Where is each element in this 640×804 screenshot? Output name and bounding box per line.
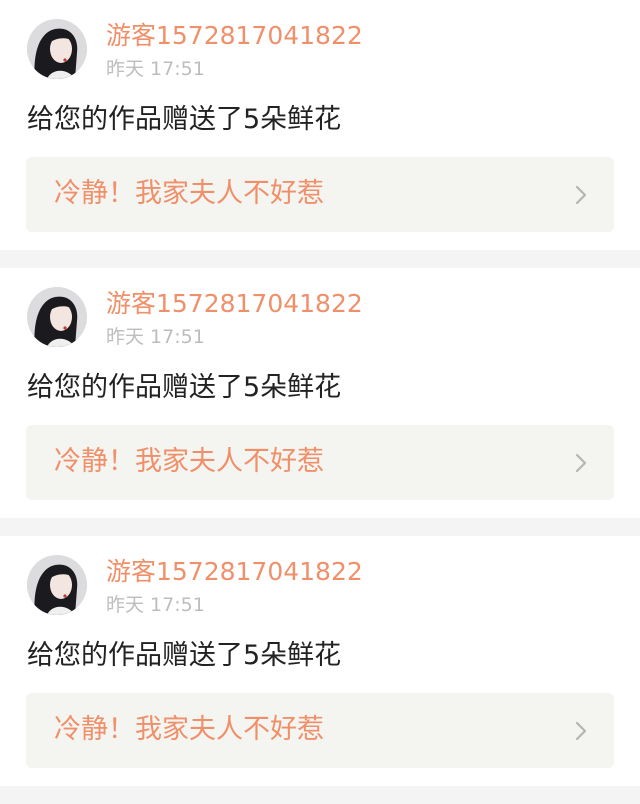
notification-feed: 游客1572817041822 昨天 17:51 给您的作品赠送了5朵鲜花 冷静…: [0, 0, 640, 804]
avatar[interactable]: [27, 19, 87, 79]
divider: [0, 786, 640, 804]
user-avatar-icon: [27, 19, 87, 79]
notification-card: 游客1572817041822 昨天 17:51 给您的作品赠送了5朵鲜花 冷静…: [0, 536, 640, 786]
avatar[interactable]: [27, 287, 87, 347]
username[interactable]: 游客1572817041822: [106, 20, 363, 52]
username[interactable]: 游客1572817041822: [106, 288, 363, 320]
work-title: 冷静！我家夫人不好惹: [54, 446, 324, 477]
work-link[interactable]: 冷静！我家夫人不好惹: [26, 157, 614, 232]
timestamp: 昨天 17:51: [106, 58, 205, 80]
notification-message: 给您的作品赠送了5朵鲜花: [27, 104, 342, 135]
user-avatar-icon: [27, 555, 87, 615]
notification-message: 给您的作品赠送了5朵鲜花: [27, 640, 342, 671]
notification-card: 游客1572817041822 昨天 17:51 给您的作品赠送了5朵鲜花 冷静…: [0, 0, 640, 250]
chevron-right-icon: [575, 453, 587, 473]
divider: [0, 518, 640, 536]
chevron-right-icon: [575, 721, 587, 741]
work-title: 冷静！我家夫人不好惹: [54, 714, 324, 745]
avatar[interactable]: [27, 555, 87, 615]
user-avatar-icon: [27, 287, 87, 347]
work-link[interactable]: 冷静！我家夫人不好惹: [26, 425, 614, 500]
work-link[interactable]: 冷静！我家夫人不好惹: [26, 693, 614, 768]
work-title: 冷静！我家夫人不好惹: [54, 178, 324, 209]
divider: [0, 250, 640, 268]
notification-message: 给您的作品赠送了5朵鲜花: [27, 372, 342, 403]
timestamp: 昨天 17:51: [106, 326, 205, 348]
notification-card: 游客1572817041822 昨天 17:51 给您的作品赠送了5朵鲜花 冷静…: [0, 268, 640, 518]
username[interactable]: 游客1572817041822: [106, 556, 363, 588]
chevron-right-icon: [575, 185, 587, 205]
timestamp: 昨天 17:51: [106, 594, 205, 616]
